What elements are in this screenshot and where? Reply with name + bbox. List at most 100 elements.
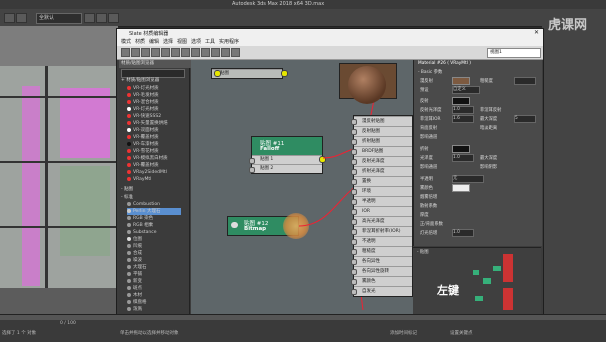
material-slot[interactable]: 半透明 (351, 196, 412, 206)
material-slot[interactable]: 反射光泽度 (351, 156, 412, 166)
list-item[interactable]: VRay2SidedMtl (127, 169, 167, 176)
list-item[interactable]: 合成 (127, 250, 142, 257)
list-item[interactable]: 泼溅 (127, 306, 142, 313)
list-item[interactable]: VR-毛发材质 (127, 92, 159, 99)
list-item[interactable]: RGB 染色 (127, 215, 153, 222)
redo-icon[interactable] (16, 13, 27, 23)
input-port[interactable] (351, 279, 357, 285)
list-item[interactable]: 木材 (127, 292, 142, 299)
list-item[interactable]: VR-覆盖材质 (127, 162, 159, 169)
list-item[interactable]: VR-雪花材质 (127, 148, 159, 155)
layout-children-icon[interactable] (211, 48, 220, 57)
input-port[interactable] (351, 169, 357, 175)
input-port[interactable] (351, 219, 357, 225)
navigator-panel[interactable]: - 贴图 (413, 247, 541, 314)
list-item[interactable]: VR-模拟黑白材质 (127, 155, 168, 162)
move-children-icon[interactable] (161, 48, 170, 57)
unlink-icon[interactable] (96, 13, 107, 23)
assign-material-icon[interactable] (141, 48, 150, 57)
material-preview-sphere[interactable] (339, 63, 397, 104)
list-item[interactable]: 噪波 (127, 257, 142, 264)
viewport[interactable] (0, 26, 118, 314)
input-port[interactable] (351, 209, 357, 215)
material-slot[interactable]: 自发光 (351, 286, 412, 296)
refract-gloss-field[interactable]: 1.0 (452, 154, 474, 162)
material-slot[interactable]: BRDF贴图 (351, 146, 412, 156)
material-map-navigator-icon[interactable] (221, 48, 230, 57)
material-slot[interactable]: 各向异性 (351, 256, 412, 266)
timeline-slider[interactable] (0, 315, 606, 320)
material-slot[interactable]: 雾颜色 (351, 276, 412, 286)
rollout-header[interactable]: - Basic 参数 (418, 69, 442, 75)
browser-section-header[interactable]: - 贴图 (121, 186, 133, 193)
fresnel-ior-field[interactable]: 1.6 (452, 115, 474, 123)
material-slot[interactable]: 反射贴图 (351, 126, 412, 136)
view-dropdown[interactable]: 视图1 (487, 48, 541, 58)
parameter-editor-icon[interactable] (231, 48, 240, 57)
layout-all-icon[interactable] (201, 48, 210, 57)
link-icon[interactable] (84, 13, 95, 23)
material-slot[interactable]: 环境 (351, 186, 412, 196)
reflect-gloss-field[interactable]: 1.0 (452, 106, 474, 114)
list-item[interactable]: VRayMtl (127, 176, 151, 183)
hide-unused-icon[interactable] (171, 48, 180, 57)
material-slot[interactable]: 不透明 (351, 236, 412, 246)
list-item[interactable]: VR-矢量置换烘焙 (127, 120, 168, 127)
menu-select[interactable]: 选择 (163, 38, 173, 45)
browser-section-header[interactable]: - 标准 (121, 194, 133, 201)
menu-mode[interactable]: 模式 (121, 38, 131, 45)
list-item[interactable]: VR-覆盖材质 (127, 134, 159, 141)
list-item[interactable]: VR-车漆材质 (127, 141, 159, 148)
light-multiplier-field[interactable]: 1.0 (452, 229, 474, 237)
preset-dropdown[interactable]: 自定义 (452, 86, 480, 94)
list-item[interactable]: 凹痕 (127, 243, 142, 250)
list-item[interactable]: 大理石 (127, 264, 147, 271)
input-port[interactable] (351, 249, 357, 255)
input-port[interactable] (351, 139, 357, 145)
input-port[interactable] (351, 239, 357, 245)
list-item[interactable]: 位图 (127, 236, 142, 243)
input-port[interactable] (351, 179, 357, 185)
set-key-button[interactable]: 设置关键点 (450, 330, 473, 336)
refract-color-swatch[interactable] (452, 145, 470, 153)
reflect-color-swatch[interactable] (452, 97, 470, 105)
input-port[interactable] (351, 199, 357, 205)
delete-icon[interactable] (151, 48, 160, 57)
menu-material[interactable]: 材质 (135, 38, 145, 45)
list-item[interactable]: VR-快速SSS2 (127, 113, 161, 120)
material-slot[interactable]: 折射贴图 (351, 136, 412, 146)
input-port[interactable] (351, 119, 357, 125)
material-slot[interactable]: 折射光泽度 (351, 166, 412, 176)
list-item[interactable]: Combustion (127, 201, 160, 208)
input-port[interactable] (351, 269, 357, 275)
list-item[interactable]: 平铺 (127, 271, 142, 278)
material-slot[interactable]: 置换 (351, 176, 412, 186)
list-item[interactable]: VR-灯光材质 (127, 85, 159, 92)
put-material-icon[interactable] (131, 48, 140, 57)
max-depth-field[interactable]: 5 (514, 115, 536, 123)
material-slot[interactable]: IOR (351, 206, 412, 216)
input-port[interactable] (351, 159, 357, 165)
pick-material-icon[interactable] (121, 48, 130, 57)
list-item[interactable]: VR-双面材质 (127, 127, 159, 134)
material-slot[interactable]: 漫反射贴图 (351, 116, 412, 126)
list-item[interactable]: RGB 相乘 (127, 222, 153, 229)
list-item[interactable]: VR-混合材质 (127, 99, 159, 106)
show-background-icon[interactable] (191, 48, 200, 57)
add-time-tag-button[interactable]: 添加时间标记 (390, 330, 417, 336)
menu-options[interactable]: 选项 (191, 38, 201, 45)
input-port[interactable] (351, 149, 357, 155)
close-icon[interactable]: ✕ (534, 29, 539, 36)
show-map-icon[interactable] (181, 48, 190, 57)
material-slot[interactable]: 各向异性旋转 (351, 266, 412, 276)
menu-view[interactable]: 视图 (177, 38, 187, 45)
menu-tools[interactable]: 工具 (205, 38, 215, 45)
list-item[interactable]: 棋盘格 (127, 299, 147, 306)
undo-icon[interactable] (4, 13, 15, 23)
list-item[interactable]: Substance (127, 229, 157, 236)
material-slot[interactable]: 粗糙度 (351, 246, 412, 256)
roughness-field[interactable] (514, 77, 536, 85)
input-port[interactable] (351, 259, 357, 265)
input-port[interactable] (351, 229, 357, 235)
list-item-selected[interactable]: Perlin 大理石 (127, 208, 181, 215)
